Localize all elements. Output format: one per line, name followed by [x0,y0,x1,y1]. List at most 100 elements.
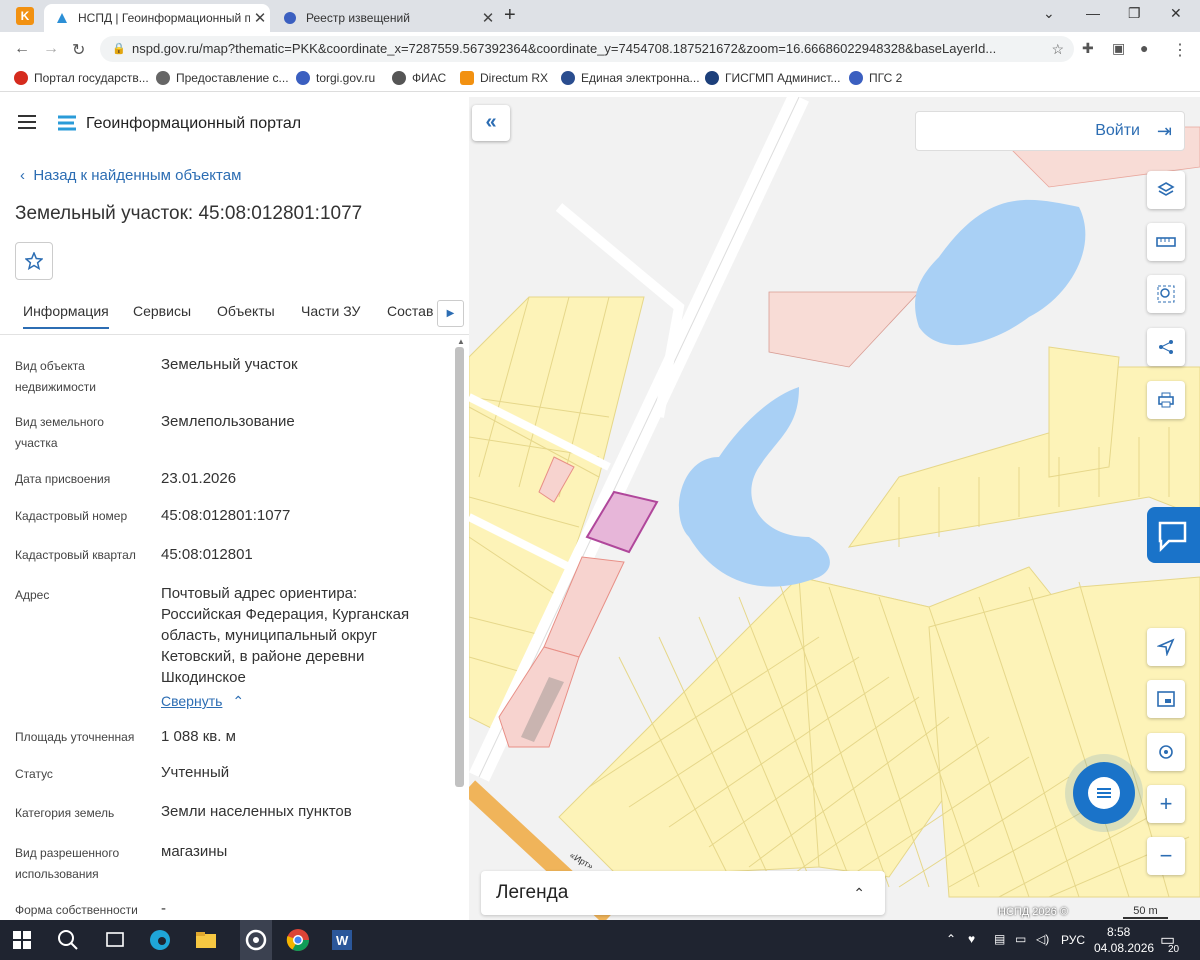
geolocation-button[interactable] [1147,628,1185,666]
close-tab-icon[interactable]: ✕ [478,9,498,27]
search-icon[interactable] [56,928,80,952]
edge-icon[interactable] [148,928,172,952]
field-value: - [161,900,166,917]
tab-title: НСПД | Геоинформационный п [78,11,250,25]
menu-icon[interactable] [18,115,36,133]
collapse-link[interactable]: Свернуть ⌃ [161,693,244,710]
bookmarks-bar: Портал государств... Предоставление с...… [0,66,1200,92]
tab-composition[interactable]: Состав [387,303,433,319]
tab-objects[interactable]: Объекты [217,303,275,319]
map-view[interactable]: «Ирт» « Войти ⇥ + − Легенда ⌃ НСПД 2026 © … [469,97,1200,920]
field-value: Землепользование [161,413,295,430]
close-tab-icon[interactable]: ✕ [250,9,270,27]
site-info-icon[interactable]: 🔒 [112,36,126,62]
navigation-arrow-icon [1157,638,1175,656]
field-value: Земли населенных пунктов [161,803,352,820]
bookmark-item[interactable]: Directum RX [460,71,548,85]
bookmark-star-icon[interactable]: ☆ [1051,36,1064,62]
taskbar-app-icon[interactable] [240,920,272,960]
bookmark-item[interactable]: ФИАС [392,71,446,85]
bookmark-item[interactable]: Предоставление с... [156,71,289,85]
svg-text:W: W [336,933,349,948]
tray-chevron-icon[interactable]: ⌃ [946,932,956,946]
url-text: nspd.gov.ru/map?thematic=PKK&coordinate_… [132,41,997,56]
address-bar[interactable]: 🔒 nspd.gov.ru/map?thematic=PKK&coordinat… [100,36,1074,62]
page-title: Земельный участок: 45:08:012801:1077 [15,203,363,224]
field-value: магазины [161,843,228,860]
scroll-up-icon[interactable]: ▲ [457,337,465,346]
area-search-button[interactable] [1147,275,1185,313]
minimap-button[interactable] [1147,680,1185,718]
tabs-next-button[interactable]: ▶ [437,300,464,327]
bookmark-icon [705,71,719,85]
minimap-icon [1157,691,1175,707]
expand-legend-icon[interactable]: ⌃ [853,871,865,915]
feedback-icon [1158,521,1187,553]
divider [0,334,469,335]
extensions-icon[interactable]: ✚ [1082,40,1094,57]
login-button[interactable]: Войти ⇥ [915,111,1185,151]
bookmark-item[interactable]: Портал государств... [14,71,149,85]
word-icon[interactable]: W [330,928,354,952]
ruler-button[interactable] [1147,223,1185,261]
emblem-favicon-icon [282,10,298,26]
browser-tab-registry[interactable]: Реестр извещений ✕ [272,4,498,32]
tray-app-icon[interactable]: ▤ [994,932,1005,946]
back-arrow-icon[interactable]: ← [14,40,30,58]
notification-count: 20 [1168,944,1180,955]
bookmark-icon [460,71,474,85]
browser-profile-icon[interactable]: K [16,7,34,25]
reload-icon[interactable]: ↻ [72,40,85,60]
volume-icon[interactable]: ◁) [1036,932,1049,946]
bookmark-item[interactable]: ГИСГМП Админист... [705,71,840,85]
account-icon[interactable]: ● [1140,40,1148,56]
star-icon [25,252,43,270]
windows-start-icon[interactable] [12,928,36,952]
legend-bar[interactable]: Легенда ⌃ [481,871,885,915]
zoom-in-button[interactable]: + [1147,785,1185,823]
tab-title: Реестр извещений [306,11,410,25]
locate-button[interactable] [1147,733,1185,771]
minimize-button[interactable]: — [1086,5,1100,21]
tab-information[interactable]: Информация [23,303,109,329]
forward-arrow-icon[interactable]: → [43,40,59,58]
tray-app-icon[interactable]: ♥ [968,932,975,946]
tab-search-icon[interactable]: ⌄ [1043,5,1055,22]
share-button[interactable] [1147,328,1185,366]
map-scale: 50 m [1123,905,1168,919]
bookmark-item[interactable]: Единая электронна... [561,71,700,85]
field-label: Площадь уточненная [15,730,135,744]
login-icon: ⇥ [1156,121,1172,141]
task-view-icon[interactable] [104,928,128,952]
clock-time[interactable]: 8:58 [1107,925,1130,939]
back-to-results-link[interactable]: ‹ Назад к найденным объектам [20,167,241,184]
side-panel-icon[interactable]: ▣ [1112,40,1125,57]
tab-parts[interactable]: Части ЗУ [301,303,360,319]
zoom-out-button[interactable]: − [1147,837,1185,875]
print-button[interactable] [1147,381,1185,419]
tab-services[interactable]: Сервисы [133,303,191,319]
chrome-icon[interactable] [286,928,310,952]
layers-button[interactable] [1147,171,1185,209]
feedback-button[interactable] [1147,507,1200,563]
clock-date[interactable]: 04.08.2026 [1094,941,1154,955]
favorite-button[interactable] [15,242,53,280]
menu-dots-icon[interactable]: ⋮ [1172,40,1188,60]
browser-tab-nspd[interactable]: НСПД | Геоинформационный п ✕ [44,4,270,32]
close-window-button[interactable]: ✕ [1170,5,1182,22]
network-icon[interactable]: ▭ [1015,932,1026,946]
chat-button[interactable] [1073,762,1135,824]
field-label: Кадастровый квартал [15,548,136,562]
bookmark-item[interactable]: torgi.gov.ru [296,71,375,85]
field-label: Статус [15,767,53,781]
panel-scrollbar[interactable] [455,347,464,787]
language-indicator[interactable]: РУС [1061,933,1085,947]
field-value: Учтенный [161,764,230,781]
file-explorer-icon[interactable] [194,928,218,952]
maximize-button[interactable]: ❐ [1128,5,1141,22]
new-tab-button[interactable]: + [504,4,516,27]
field-value: 45:08:012801 [161,546,253,563]
bookmark-item[interactable]: ПГС 2 [849,71,902,85]
bookmark-icon [392,71,406,85]
collapse-panel-button[interactable]: « [472,105,510,141]
